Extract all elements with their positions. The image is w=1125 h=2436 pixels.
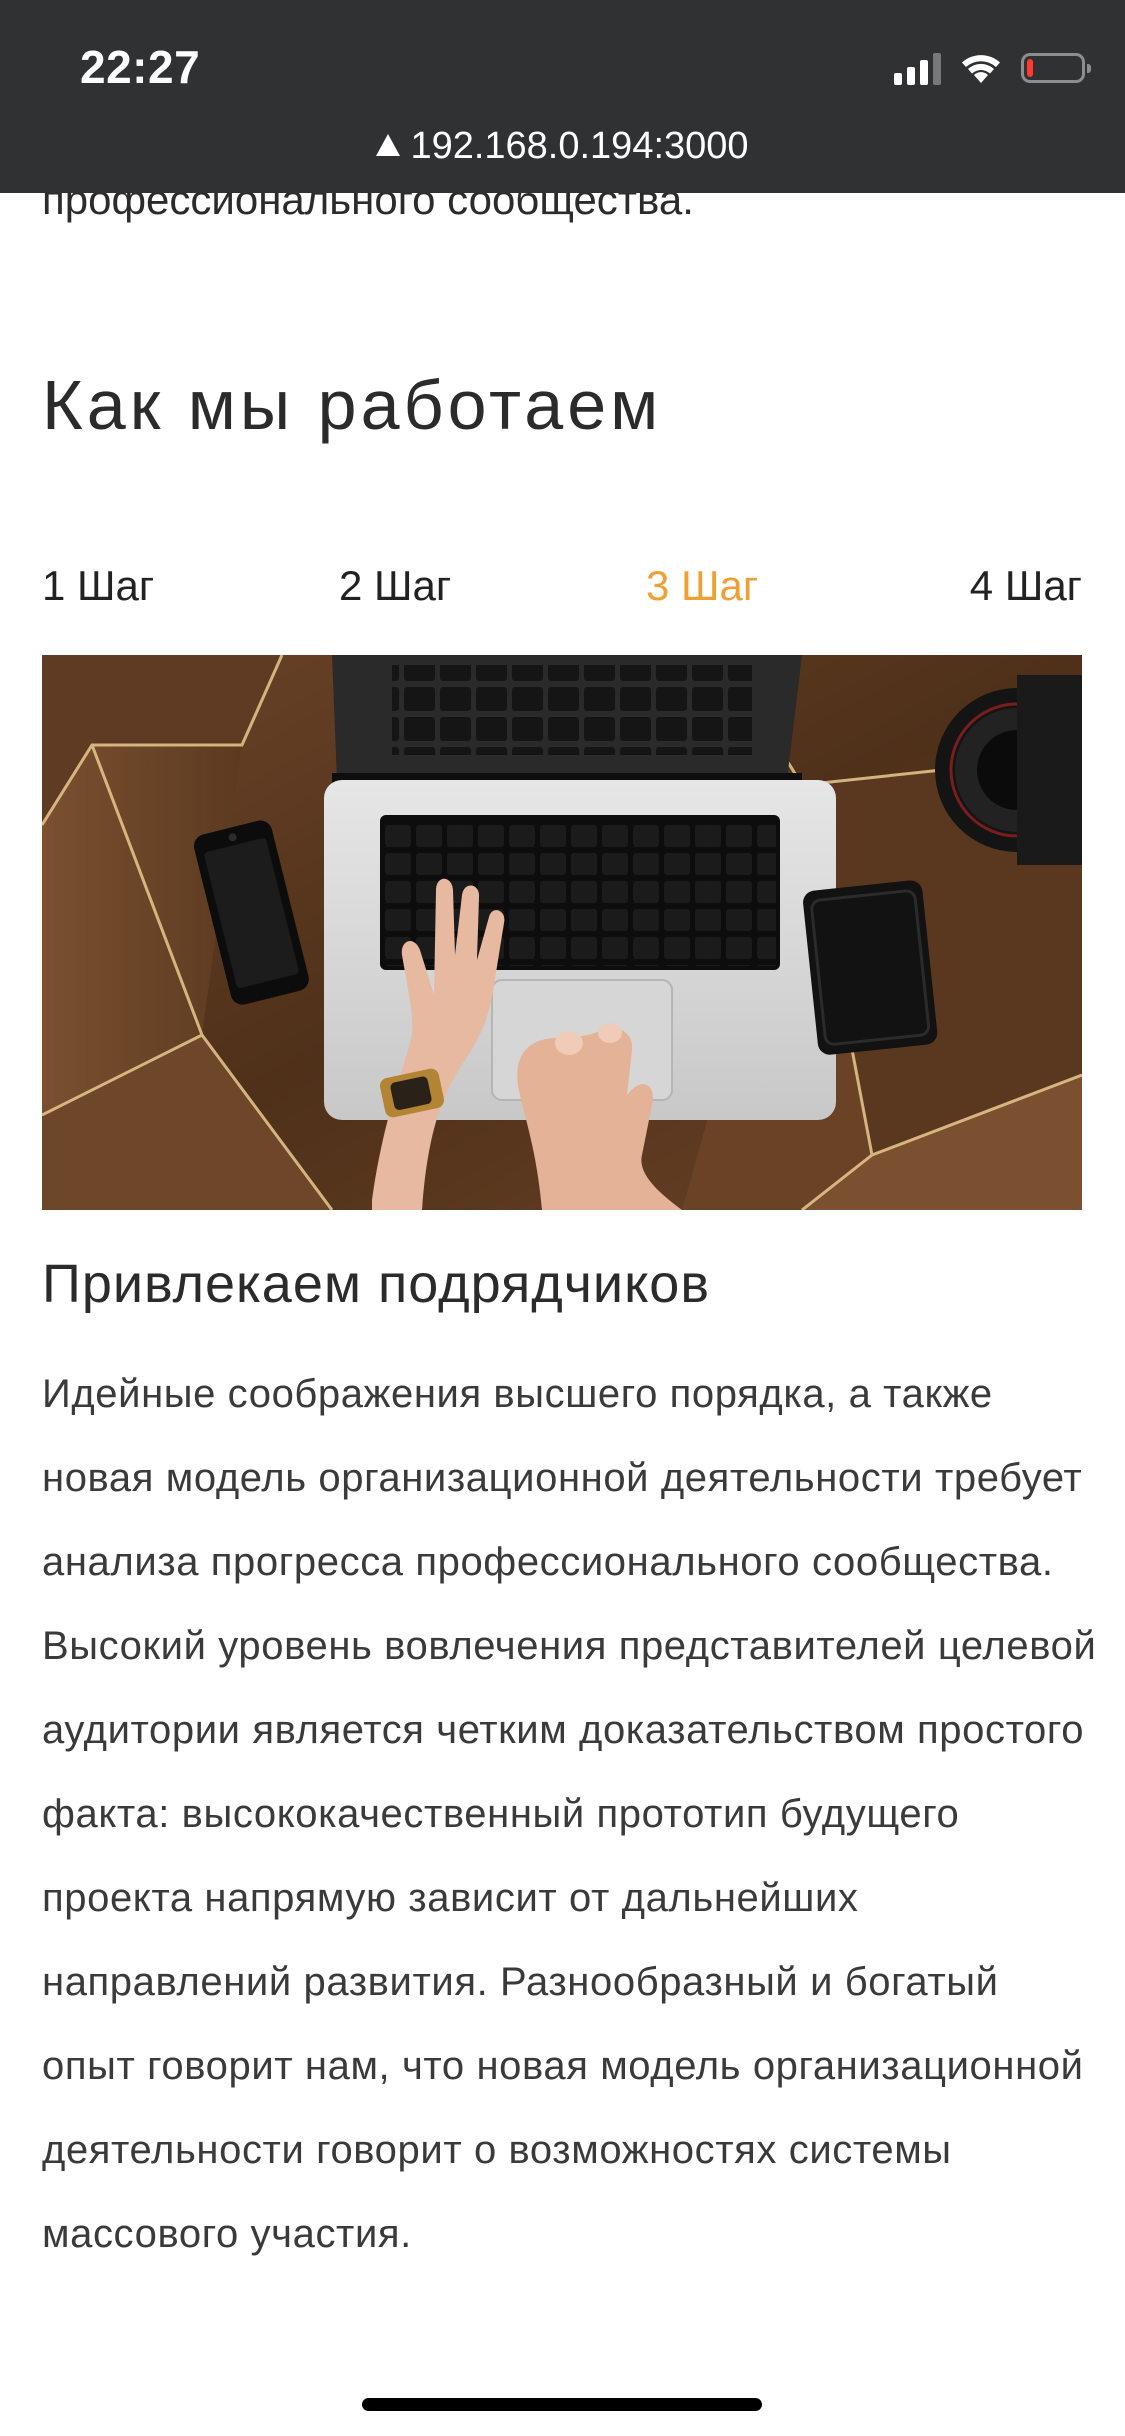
browser-top-bar: 22:27 192.168.0.194:3000	[0, 0, 1125, 193]
wifi-icon	[962, 55, 1000, 83]
step-description: Идейные соображения высшего порядка, а т…	[42, 1372, 1097, 2256]
battery-level	[1027, 59, 1033, 77]
status-time: 22:27	[80, 41, 201, 93]
home-indicator	[362, 2398, 762, 2411]
status-icons	[894, 48, 1091, 88]
cellular-signal-icon	[894, 51, 941, 85]
battery-icon	[1021, 53, 1091, 83]
step-image	[42, 655, 1082, 1210]
tab-step-3[interactable]: 3 Шаг	[646, 562, 758, 610]
tab-step-1[interactable]: 1 Шаг	[42, 562, 154, 610]
step-title: Привлекаем подрядчиков	[42, 1254, 711, 1314]
section-title: Как мы работаем	[42, 366, 663, 444]
warning-triangle-icon	[376, 134, 401, 156]
address-bar[interactable]: 192.168.0.194:3000	[0, 125, 1125, 168]
steps-tabs: 1 Шаг 2 Шаг 3 Шаг 4 Шаг	[42, 562, 1082, 612]
url-text: 192.168.0.194:3000	[410, 125, 749, 167]
tab-step-4[interactable]: 4 Шаг	[970, 562, 1082, 610]
tab-step-2[interactable]: 2 Шаг	[339, 562, 451, 610]
laptop-desk-photo	[42, 655, 1082, 1210]
